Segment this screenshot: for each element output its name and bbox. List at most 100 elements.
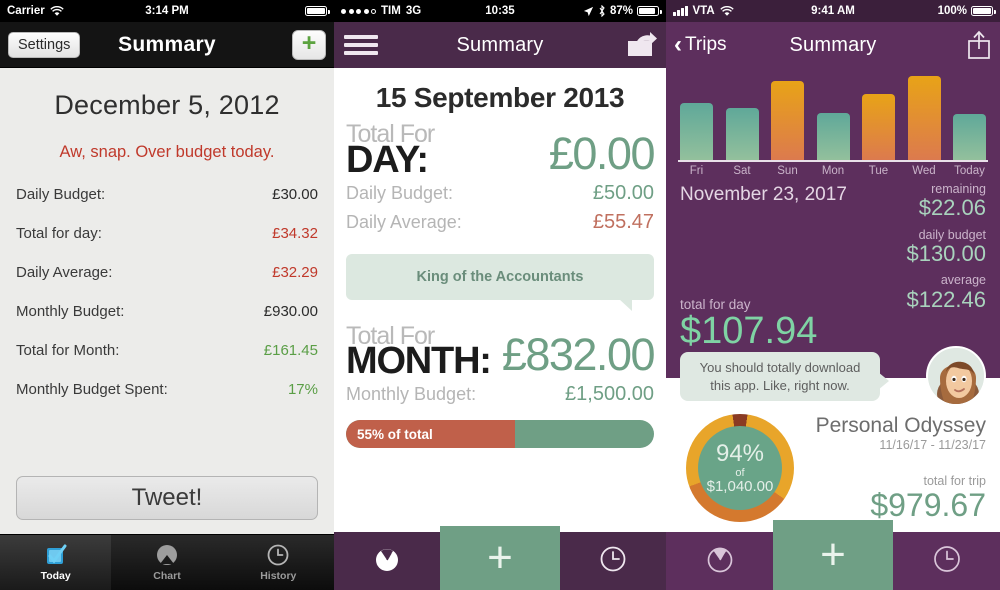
row-label: Monthly Budget: (16, 303, 125, 320)
trip-name: Personal Odyssey (815, 414, 986, 437)
table-row: Daily Average: £32.29 (16, 264, 318, 281)
row-value: £1,500.00 (565, 383, 654, 406)
phone-screen-1: Carrier 3:14 PM Settings Summary + Decem… (0, 0, 334, 590)
table-row: Daily Average: £55.47 (346, 211, 654, 234)
chart-x-label: Sat (733, 165, 751, 177)
table-row: Daily Budget: £30.00 (16, 186, 318, 203)
chart-x-label: Mon (821, 165, 845, 177)
trip-total-label: total for trip (923, 474, 986, 489)
total-for-day-block: total for day $107.94 (680, 297, 817, 352)
chart-x-labels: Fri Sat Sun Mon Tue Wed Today (676, 162, 990, 177)
row-value: £30.00 (272, 186, 318, 203)
table-row: Total for Month: £161.45 (16, 342, 318, 359)
progress-fill: 55% of total (346, 420, 516, 449)
status-left-3: VTA (673, 5, 734, 17)
battery-full-icon (305, 6, 330, 16)
stat-average: average $122.46 (906, 273, 986, 312)
checkbox-icon (44, 543, 68, 567)
wifi-icon (719, 5, 734, 16)
share-up-icon[interactable] (966, 30, 992, 60)
trip-panel: You should totally download this app. Li… (666, 346, 1000, 532)
avatar-woman-icon (926, 346, 986, 406)
page-title-2: Summary (456, 33, 544, 56)
row-value: £55.47 (592, 210, 654, 233)
add-entry-button-3[interactable]: + (773, 520, 893, 590)
table-row: Monthly Budget: £1,500.00 (346, 383, 654, 406)
tab-history-3[interactable] (893, 543, 1000, 580)
row-value: £32.29 (272, 264, 318, 281)
panel2-body: 15 September 2013 Total For DAY: £0.00 D… (334, 68, 666, 532)
nav-bar-1: Settings Summary + (0, 22, 334, 68)
tab-bar-3: + (666, 520, 1000, 590)
clock-filled-icon (704, 543, 736, 580)
location-arrow-icon (583, 6, 594, 16)
battery-percent-3: 100% (937, 5, 967, 17)
status-right-3: 100% (937, 5, 996, 17)
status-bar-2: TIM 3G 10:35 87% (334, 0, 666, 22)
chart-x-label: Wed (912, 165, 936, 177)
chart-x-label: Today (954, 165, 985, 177)
chart-icon (155, 543, 179, 567)
summary-rows-1: Daily Budget: £30.00 Total for day: £34.… (16, 186, 318, 398)
table-row: Monthly Budget Spent: 17% (16, 381, 318, 398)
chart-bar (953, 114, 986, 160)
tab-today[interactable]: Today (0, 535, 112, 590)
stat-value: $130.00 (906, 240, 986, 266)
wifi-icon (50, 5, 64, 16)
chart-bar (862, 94, 895, 160)
month-total-amount: £832.00 (501, 329, 656, 381)
nav-bar-3: ‹ Trips Summary (666, 22, 1000, 68)
chart-x-label: Sun (777, 165, 798, 177)
carrier-label-3: VTA (692, 5, 715, 17)
stat-remaining: remaining $22.06 (906, 182, 986, 221)
tab-history-2[interactable] (560, 544, 666, 579)
row-label: Total for day: (16, 225, 102, 242)
phone-screen-3: VTA 9:41 AM 100% ‹ Trips Summary Fri Sat… (666, 0, 1000, 590)
share-icon[interactable] (626, 32, 658, 58)
stat-label: daily budget (918, 227, 986, 242)
clock-outline-icon (598, 544, 628, 579)
panel3-stats: November 23, 2017 remaining $22.06 daily… (666, 178, 1000, 354)
day-total-block: Total For DAY: £0.00 (346, 122, 656, 179)
weekly-bar-chart: Fri Sat Sun Mon Tue Wed Today (666, 68, 1000, 178)
donut-percent: 94% (715, 439, 765, 467)
stat-value: $122.46 (906, 286, 986, 312)
settings-button[interactable]: Settings (8, 31, 81, 58)
chart-x-label: Fri (689, 165, 704, 177)
tab-today-2[interactable] (334, 544, 440, 579)
screenshot-root: Carrier 3:14 PM Settings Summary + Decem… (0, 0, 1000, 590)
status-bar-3: VTA 9:41 AM 100% (666, 0, 1000, 22)
row-value: 17% (287, 381, 318, 398)
nav-bar-2: Summary (334, 22, 666, 68)
stats-right-column: remaining $22.06 daily budget $130.00 av… (906, 182, 986, 319)
tab-bar-2: + (334, 526, 666, 590)
tweet-button[interactable]: Tweet! (16, 476, 318, 520)
back-button[interactable]: ‹ Trips (674, 33, 727, 57)
budget-warning: Aw, snap. Over budget today. (59, 143, 275, 161)
date-heading-1: December 5, 2012 (54, 90, 280, 120)
row-label: Daily Budget: (16, 186, 106, 203)
tab-today-3[interactable] (666, 543, 773, 580)
budget-progress-bar: 55% of total (346, 420, 654, 449)
battery-full-icon (971, 6, 996, 16)
phone-screen-2: TIM 3G 10:35 87% Summary 15 September 20… (334, 0, 666, 590)
speech-bubble: You should totally download this app. Li… (680, 352, 889, 402)
hamburger-menu-icon[interactable] (342, 31, 380, 59)
day-total-amount: £0.00 (548, 127, 656, 179)
signal-dots-icon (341, 8, 376, 14)
status-right-1 (305, 6, 330, 16)
add-entry-button[interactable]: + (292, 29, 326, 60)
clock-filled-icon (372, 544, 402, 579)
signal-bars-icon (673, 6, 688, 16)
back-label: Trips (685, 34, 727, 55)
chart-bars (676, 76, 990, 160)
tab-chart[interactable]: Chart (111, 535, 222, 590)
chart-bar (771, 81, 804, 160)
tab-history[interactable]: History (223, 535, 334, 590)
bluetooth-icon (599, 5, 605, 17)
add-entry-button-2[interactable]: + (440, 526, 560, 590)
donut-center: 94% of $1,040.00 (698, 426, 782, 510)
trip-progress-donut: 94% of $1,040.00 (686, 414, 794, 522)
date-heading-2: 15 September 2013 (375, 82, 625, 113)
stat-label: remaining (931, 182, 986, 196)
